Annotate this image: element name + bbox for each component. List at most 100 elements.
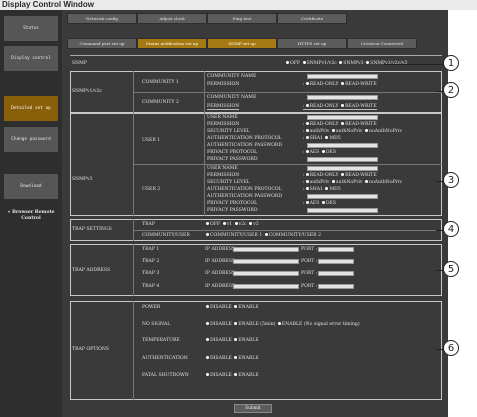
trap-2-ip-input[interactable] (233, 259, 299, 264)
user-1-auth-protocol-radio-group[interactable]: : SHA1 MD5 (303, 136, 341, 141)
radio-icon[interactable] (234, 305, 238, 308)
tab-network-config[interactable]: Network config (67, 13, 137, 24)
tab-command-port-set-up[interactable]: Command port set up (67, 38, 137, 49)
sidebar-item-status[interactable]: Status (4, 16, 58, 41)
radio-icon[interactable] (305, 104, 309, 107)
user-1-security-level-radio-group[interactable]: : authPriv authNoPriv noAuthNoPriv (303, 129, 402, 134)
trap-option-no-signal-radio-group[interactable]: DISABLE ENABLE (5min) ENABLE (No signal … (205, 322, 360, 327)
radio-icon[interactable] (305, 187, 309, 190)
user-1-name-input[interactable] (307, 115, 378, 120)
radio-icon[interactable] (341, 82, 345, 85)
tab-adjust-clock[interactable]: Adjust clock (137, 13, 207, 24)
radio-icon[interactable] (365, 129, 368, 132)
radio-icon[interactable] (206, 322, 209, 325)
radio-icon[interactable] (206, 222, 209, 225)
trap-4-ip-input[interactable] (233, 284, 299, 289)
trap-community-user-radio-group[interactable]: COMMUNITY/USER 1 COMMUNITY/USER 2 (205, 233, 321, 238)
radio-icon[interactable] (305, 129, 309, 132)
user-2-privacy-password-input[interactable] (307, 208, 378, 213)
user-2-name-input[interactable] (307, 166, 378, 171)
sidebar-item-browser-remote-control[interactable]: » Browser Remote Control (4, 203, 58, 228)
tab-certificate[interactable]: Certificate (277, 13, 347, 24)
user-2-privacy-protocol-radio-group[interactable]: : AES DES (303, 201, 336, 206)
trap-3-port-input[interactable] (318, 271, 354, 276)
radio-icon[interactable] (341, 173, 345, 176)
radio-icon[interactable] (264, 233, 268, 236)
radio-icon[interactable] (321, 201, 325, 204)
radio-icon[interactable] (365, 180, 368, 183)
radio-icon[interactable] (206, 338, 209, 341)
user-1-privacy-password-input[interactable] (307, 157, 378, 162)
section-label: SNMPv1/v2c (72, 89, 103, 94)
tab-ping-test[interactable]: Ping test (207, 13, 277, 24)
community-1-permission-radio-group[interactable]: : READ-ONLY READ-WRITE (303, 82, 377, 87)
radio-icon[interactable] (234, 373, 238, 376)
tab-crestron-connected[interactable]: Crestron Connected (347, 38, 417, 49)
user-2-auth-protocol-radio-group[interactable]: : SHA1 MD5 (303, 187, 341, 192)
field-label: COMMUNITY NAME (207, 95, 257, 100)
sidebar-item-download[interactable]: Download (4, 174, 58, 199)
user-2-auth-password-input[interactable] (307, 194, 378, 199)
radio-icon[interactable] (234, 356, 238, 359)
radio-icon[interactable] (366, 61, 370, 64)
radio-icon[interactable] (331, 180, 335, 183)
tab-https-set-up[interactable]: HTTPS set up (277, 38, 347, 49)
radio-icon[interactable] (305, 180, 309, 183)
radio-icon[interactable] (305, 122, 309, 125)
trap-option-fatal-shutdown-radio-group[interactable]: DISABLE ENABLE (205, 373, 259, 378)
trap-1-port-input[interactable] (318, 247, 354, 252)
radio-icon[interactable] (234, 338, 238, 341)
radio-icon[interactable] (305, 150, 309, 153)
radio-icon[interactable] (206, 373, 209, 376)
radio-icon[interactable] (206, 356, 209, 359)
user-1-privacy-protocol-radio-group[interactable]: : AES DES (303, 150, 336, 155)
radio-icon[interactable] (321, 150, 325, 153)
field-label: PRIVACY PROTOCOL (207, 150, 258, 155)
radio-icon[interactable] (305, 201, 309, 204)
radio-icon[interactable] (325, 187, 329, 190)
trap-option-temperature-radio-group[interactable]: DISABLE ENABLE (205, 338, 259, 343)
radio-icon[interactable] (206, 305, 209, 308)
submit-button[interactable]: Submit (234, 404, 272, 413)
radio-icon[interactable] (234, 222, 238, 225)
user-2-security-level-radio-group[interactable]: : authPriv authNoPriv noAuthNoPriv (303, 180, 402, 185)
community-1-name-input[interactable] (307, 74, 378, 79)
radio-icon[interactable] (339, 61, 343, 64)
radio-icon[interactable] (302, 61, 306, 64)
trap-option-authentication-radio-group[interactable]: DISABLE ENABLE (205, 356, 259, 361)
divider (133, 230, 442, 231)
radio-icon[interactable] (325, 136, 329, 139)
radio-icon[interactable] (277, 322, 281, 325)
user-2-permission-radio-group[interactable]: : READ-ONLY READ-WRITE (303, 173, 377, 178)
port-label: PORT : (301, 259, 318, 264)
radio-icon[interactable] (331, 129, 335, 132)
sidebar-item-change-password[interactable]: Change password (4, 127, 58, 152)
community-1-label: COMMUNITY 1 (142, 80, 179, 85)
radio-icon[interactable] (305, 136, 309, 139)
community-2-permission-radio-group[interactable]: : READ-ONLY READ-WRITE (303, 104, 377, 110)
radio-icon[interactable] (341, 122, 345, 125)
tab-status-notification-set-up[interactable]: Status notification set up (137, 38, 207, 49)
trap-3-ip-input[interactable] (233, 271, 299, 276)
callout-leader (384, 64, 443, 65)
radio-icon[interactable] (249, 222, 253, 225)
radio-icon[interactable] (341, 104, 345, 107)
user-1-auth-password-input[interactable] (307, 143, 378, 148)
radio-icon[interactable] (305, 173, 309, 176)
community-2-name-input[interactable] (307, 95, 378, 100)
field-label: COMMUNITY NAME (207, 74, 257, 79)
trap-version-radio-group[interactable]: OFF v1 v2c v3 (205, 222, 259, 227)
sidebar-item-display-control[interactable]: Display control (4, 46, 58, 71)
radio-icon[interactable] (286, 61, 289, 64)
user-1-permission-radio-group[interactable]: : READ-ONLY READ-WRITE (303, 122, 377, 127)
trap-2-port-input[interactable] (318, 259, 354, 264)
sidebar-item-detailed-set-up[interactable]: Detailed set up (4, 96, 58, 121)
trap-1-ip-input[interactable] (233, 247, 299, 252)
trap-option-power-radio-group[interactable]: DISABLE ENABLE (205, 305, 259, 310)
radio-icon[interactable] (206, 233, 209, 236)
tab-snmp-set-up[interactable]: SNMP set up (207, 38, 277, 49)
trap-4-port-input[interactable] (318, 284, 354, 289)
radio-icon[interactable] (222, 222, 226, 225)
radio-icon[interactable] (234, 322, 238, 325)
radio-icon[interactable] (305, 82, 309, 85)
